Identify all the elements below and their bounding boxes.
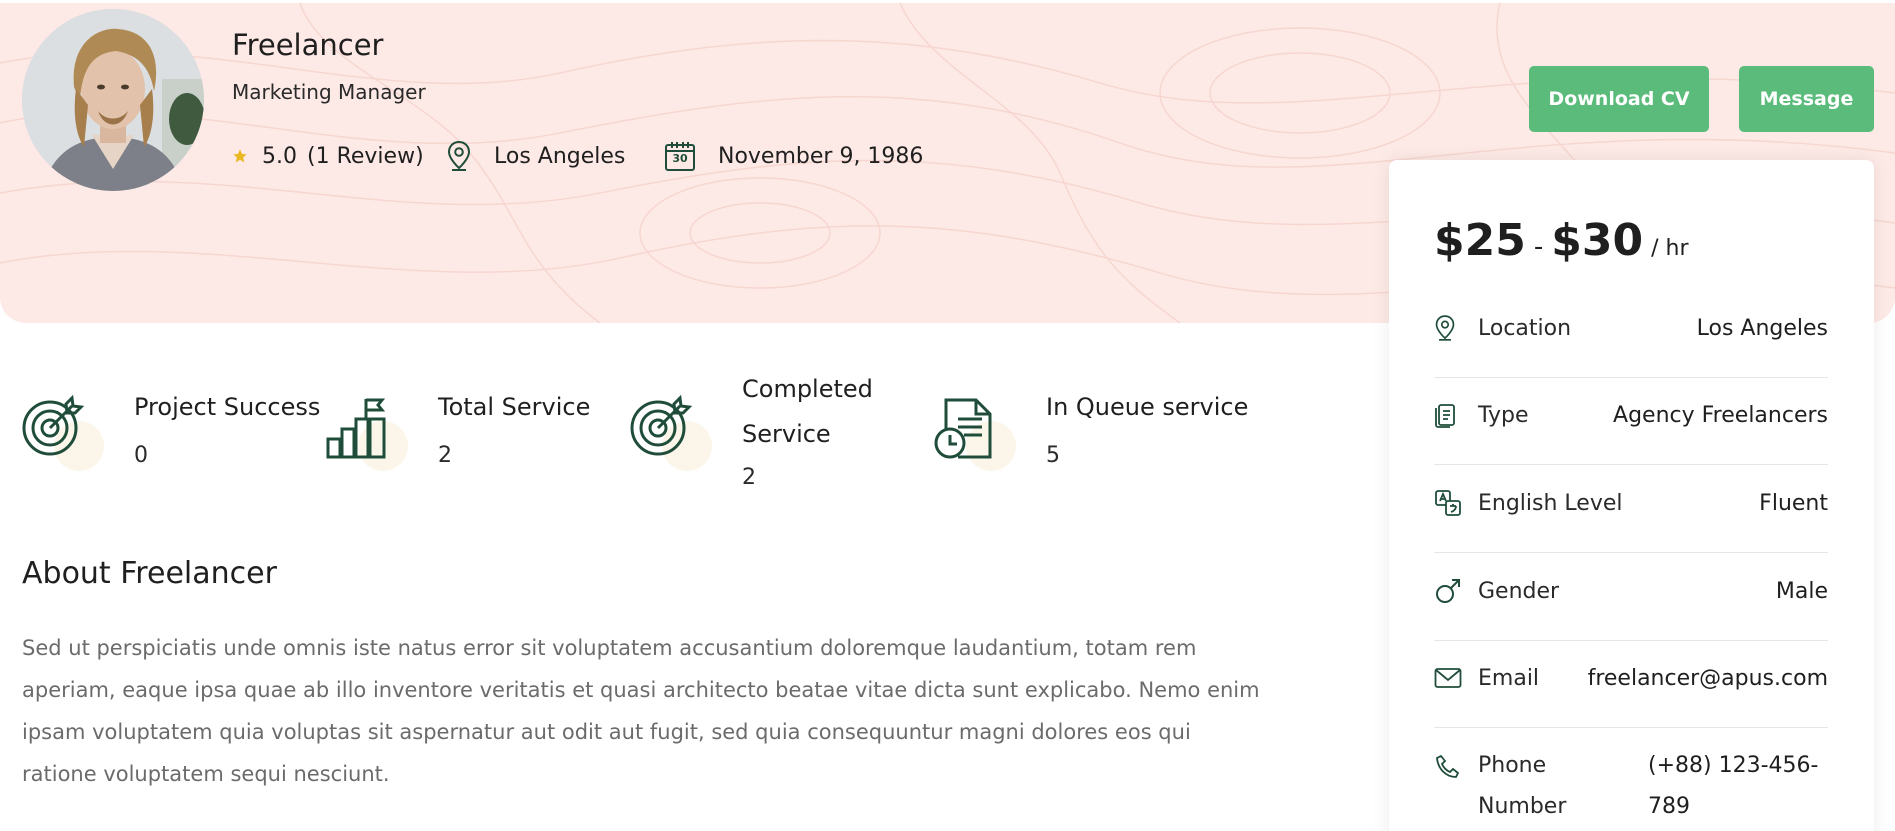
freelancer-details-card: $25 - $30 / hr Location Los Angeles Type [1389,160,1874,831]
detail-row-english-level: English Level Fluent [1434,485,1828,521]
detail-row-location: Location Los Angeles [1434,310,1828,346]
about-heading: About Freelancer [22,556,277,591]
location-pin-icon [1434,312,1466,344]
detail-label: Location [1478,315,1572,341]
message-button[interactable]: Message [1739,66,1874,132]
stat-value: 2 [438,443,452,468]
calendar-day: 30 [672,152,688,165]
detail-label: Gender [1478,578,1560,604]
freelancer-name: Freelancer [232,28,384,62]
calendar-icon: 30 [664,140,696,172]
date-of-birth-text: November 9, 1986 [718,143,924,169]
detail-label: Email [1478,665,1540,691]
divider [1434,552,1828,553]
detail-label: English Level [1478,490,1623,516]
about-paragraph: Sed ut perspiciatis unde omnis iste natu… [22,636,1260,786]
rate-min: $25 [1434,215,1526,266]
document-icon [1434,399,1466,431]
review-count: (1 Review) [307,143,424,169]
detail-value: Los Angeles [1696,315,1828,341]
growth-chart-icon [326,397,388,463]
meta-location: Los Angeles [446,138,625,174]
rating-value: 5.0 [262,143,297,169]
detail-row-phone: Phone Number (+88) 123-456-789 [1434,745,1828,829]
stat-title: In Queue service [1046,393,1249,421]
detail-value: Male [1775,578,1828,604]
detail-value[interactable]: (+88) 123-456-789 [1648,745,1828,827]
freelancer-role: Marketing Manager [232,80,426,104]
queue-document-icon [934,397,996,463]
stat-title: Total Service [438,393,591,421]
divider [1434,640,1828,641]
stat-total-service: Total Service 2 [326,375,626,495]
star-icon [232,148,248,164]
detail-value: Agency Freelancers [1613,402,1828,428]
stat-in-queue-service: In Queue service 5 [934,375,1248,495]
translate-icon [1434,487,1466,519]
stat-title: Completed Service [742,375,873,448]
stat-value: 5 [1046,443,1060,468]
stat-value: 0 [134,443,148,468]
target-icon [630,394,693,461]
divider [1434,727,1828,728]
rate-max: $30 [1551,215,1644,266]
phone-icon [1434,751,1466,783]
detail-label: Phone Number [1478,753,1567,819]
divider [1434,377,1828,378]
rate-unit: / hr [1651,236,1689,261]
rating-summary: 5.0 (1 Review) [232,138,424,174]
stat-completed-service: Completed Service 2 [630,375,930,495]
download-cv-button[interactable]: Download CV [1529,66,1709,132]
detail-value[interactable]: freelancer@apus.com [1588,666,1828,691]
location-pin-icon [446,140,472,172]
detail-value: Fluent [1759,490,1828,516]
target-icon [22,394,85,461]
envelope-icon [1434,662,1466,694]
detail-row-email: Email freelancer@apus.com [1434,660,1828,696]
portrait-image [22,9,204,191]
rate-separator: - [1533,232,1544,262]
avatar [22,9,204,191]
stat-value: 2 [742,465,756,490]
divider [1434,464,1828,465]
stat-title: Project Success [134,393,321,421]
male-symbol-icon [1434,575,1466,607]
detail-row-type: Type Agency Freelancers [1434,397,1828,433]
location-text: Los Angeles [494,143,626,169]
stat-project-success: Project Success 0 [22,375,322,495]
detail-row-gender: Gender Male [1434,573,1828,609]
meta-date-of-birth: 30 November 9, 1986 [664,138,923,174]
hourly-rate: $25 - $30 / hr [1434,215,1689,266]
detail-label: Type [1478,402,1529,428]
